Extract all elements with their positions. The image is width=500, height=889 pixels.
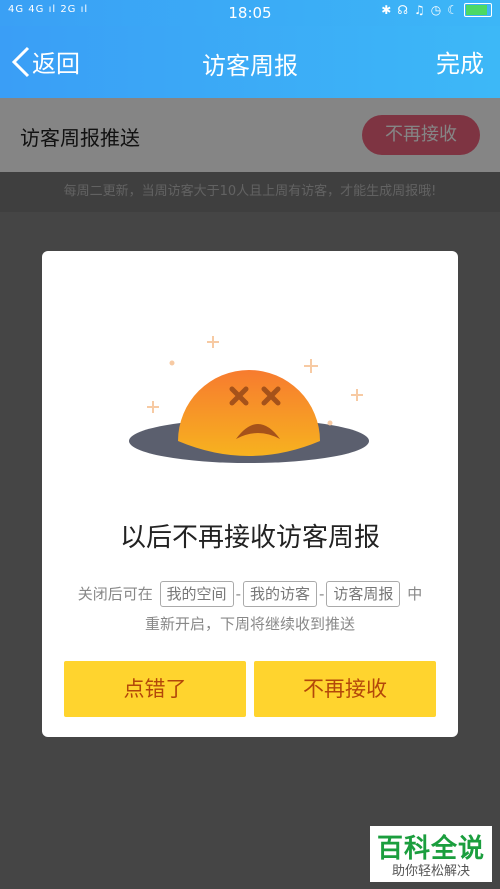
watermark-sub-text: 助你轻松解决 — [391, 864, 470, 879]
battery-icon — [464, 3, 492, 17]
confirm-unsubscribe-button[interactable]: 不再接收 — [254, 661, 436, 717]
sad-face-illustration — [129, 336, 369, 463]
status-bar: 4G 4G ıl 2G ıl 18:05 ✱ ☊ ♫ ◷ ☾ — [0, 0, 500, 26]
watermark-logo: 百科全说 助你轻松解决 — [370, 826, 492, 882]
chip-my-visitors: 我的访客 — [242, 581, 317, 607]
cancel-button[interactable]: 点错了 — [64, 661, 246, 717]
page-title: 访客周报 — [202, 52, 298, 80]
desc-suffix: 中 — [407, 585, 423, 603]
chip-visitor-report: 访客周报 — [326, 581, 401, 607]
desc-prefix: 关闭后可在 — [77, 585, 153, 603]
dialog-description: 关闭后可在 我的空间 - 我的访客 - 访客周报 中 重新开启，下周将继续收到推送 — [42, 579, 458, 639]
bell-icon: ♫ — [413, 3, 425, 17]
done-button[interactable]: 完成 — [436, 44, 484, 79]
nav-bar: 返回 访客周报 完成 — [0, 26, 500, 98]
bluetooth-icon: ✱ — [381, 3, 392, 17]
moon-icon: ☾ — [447, 3, 458, 17]
dialog-title: 以后不再接收访客周报 — [119, 523, 380, 553]
status-icons: ✱ ☊ ♫ ◷ ☾ — [381, 3, 492, 17]
alarm-icon: ◷ — [430, 3, 442, 17]
headset-icon: ☊ — [397, 3, 408, 17]
chip-my-space: 我的空间 — [159, 581, 234, 607]
confirm-dialog: 以后不再接收访客周报 关闭后可在 我的空间 - 我的访客 - 访客周报 中 重新开启，下… — [42, 251, 458, 737]
desc-line2: 重新开启，下周将继续收到推送 — [144, 615, 355, 633]
